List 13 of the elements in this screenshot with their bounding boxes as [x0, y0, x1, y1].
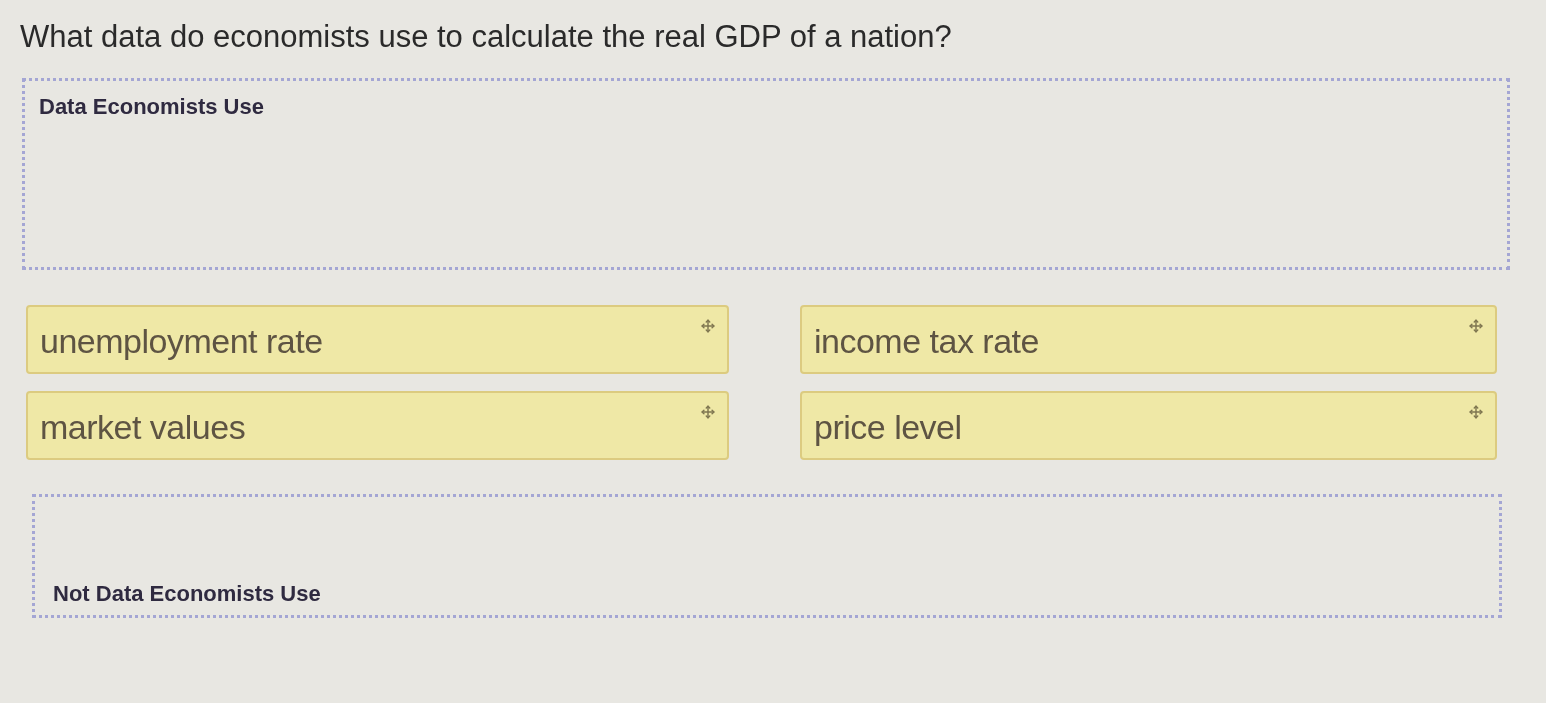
draggable-card[interactable]: unemployment rate — [26, 305, 729, 374]
move-icon[interactable] — [1469, 405, 1483, 419]
question-text: What data do economists use to calculate the real GDP of a nation? — [20, 18, 952, 56]
zone-heading: Data Economists Use — [39, 93, 264, 121]
drop-zone[interactable]: Data Economists Use — [22, 78, 1510, 270]
move-icon[interactable] — [701, 319, 715, 333]
draggable-card[interactable]: market values — [26, 391, 729, 460]
move-icon[interactable] — [1469, 319, 1483, 333]
draggable-card[interactable]: price level — [800, 391, 1497, 460]
draggable-card[interactable]: income tax rate — [800, 305, 1497, 374]
zone-heading: Not Data Economists Use — [53, 579, 321, 607]
move-icon[interactable] — [701, 405, 715, 419]
drop-zone[interactable]: Not Data Economists Use — [32, 494, 1502, 618]
